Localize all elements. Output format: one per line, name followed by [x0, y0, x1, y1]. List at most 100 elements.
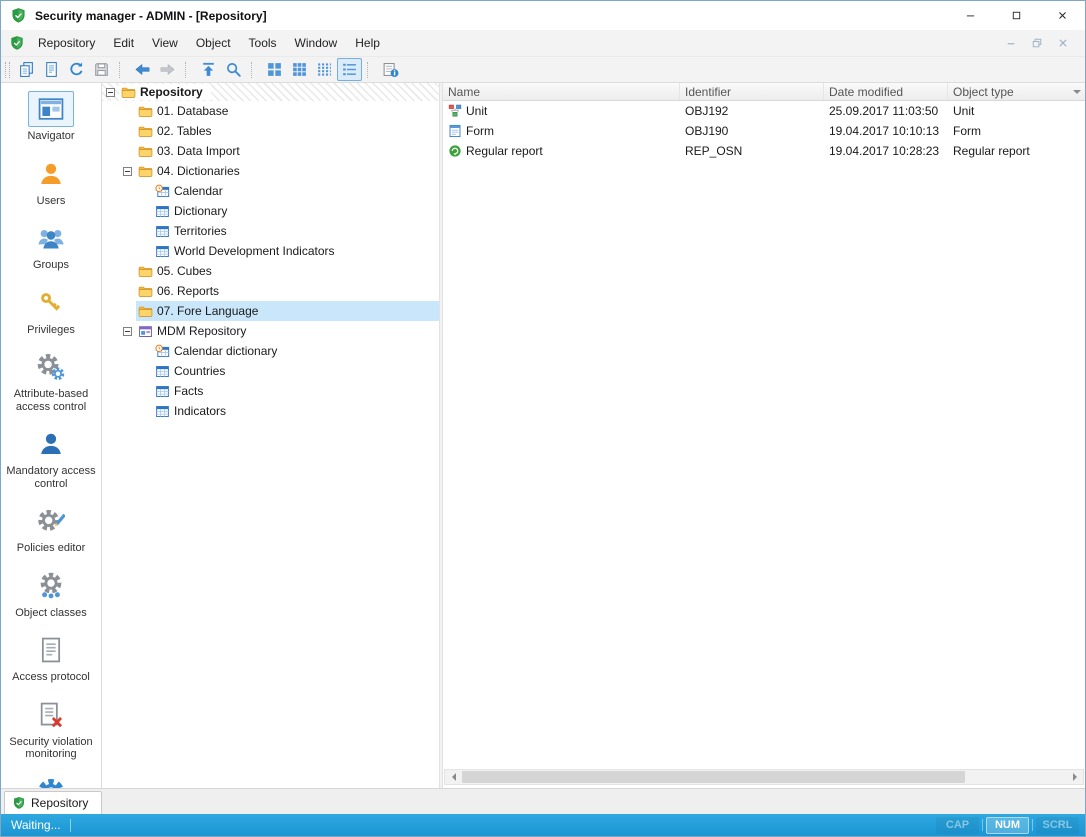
tree-item-05-cubes[interactable]: 05. Cubes [102, 261, 439, 281]
column-header-identifier[interactable]: Identifier [680, 83, 824, 100]
view-details-button[interactable] [337, 58, 362, 81]
tree-item-calendar-dictionary[interactable]: Calendar dictionary [102, 341, 439, 361]
sidebar-item-groups[interactable]: Groups [3, 220, 99, 272]
copy-button[interactable] [14, 58, 39, 81]
tree-item-label: 01. Database [157, 104, 228, 118]
sidebar-item-privileges[interactable]: Privileges [3, 285, 99, 337]
menu-item-edit[interactable]: Edit [104, 30, 143, 56]
object-name: Unit [466, 104, 487, 118]
up-one-level-button[interactable] [196, 58, 221, 81]
tree-item-label: Repository [140, 85, 203, 99]
window-title: Security manager - ADMIN - [Repository] [35, 9, 267, 23]
menu-item-repository[interactable]: Repository [29, 30, 104, 56]
details-icon [341, 61, 358, 78]
mdi-restore-button[interactable] [1031, 37, 1043, 49]
mdi-minimize-button[interactable] [1005, 37, 1017, 49]
tree-item-label: 05. Cubes [157, 264, 212, 278]
calendar-table-icon [155, 184, 170, 199]
tree-item-content: Territories [153, 221, 439, 241]
tree-item-territories[interactable]: Territories [102, 221, 439, 241]
maximize-button[interactable] [993, 1, 1039, 30]
collapse-toggle[interactable] [106, 88, 119, 97]
tree-item-label: 02. Tables [157, 124, 212, 138]
search-button[interactable] [221, 58, 246, 81]
minimize-button[interactable] [947, 1, 993, 30]
tree-item-facts[interactable]: Facts [102, 381, 439, 401]
tree-item-countries[interactable]: Countries [102, 361, 439, 381]
menu-item-object[interactable]: Object [187, 30, 240, 56]
tree-item-repository[interactable]: Repository [102, 83, 439, 101]
scroll-left-button[interactable] [445, 770, 461, 784]
minus-box-icon [123, 327, 132, 336]
column-header-date-modified[interactable]: Date modified [824, 83, 948, 100]
sidebar-item-access-protocol[interactable]: Access protocol [3, 632, 99, 684]
sidebar-item-navigator[interactable]: Navigator [3, 91, 99, 143]
menu-item-view[interactable]: View [143, 30, 187, 56]
back-button[interactable] [130, 58, 155, 81]
menu-item-help[interactable]: Help [346, 30, 389, 56]
horizontal-scrollbar[interactable] [444, 769, 1084, 785]
object-properties-button[interactable] [378, 58, 403, 81]
sidebar-item-mandatory-access-control[interactable]: Mandatory access control [3, 426, 99, 490]
sidebar-item-object-classes[interactable]: Object classes [3, 568, 99, 620]
tree-item-indicators[interactable]: Indicators [102, 401, 439, 421]
tree-item-06-reports[interactable]: 06. Reports [102, 281, 439, 301]
refresh-button[interactable] [64, 58, 89, 81]
sidebar-item-users[interactable]: Users [3, 156, 99, 208]
tree-item-world-development-indicators[interactable]: World Development Indicators [102, 241, 439, 261]
column-header-object-type[interactable]: Object type [948, 83, 1085, 100]
tree-item-07-fore-language[interactable]: 07. Fore Language [102, 301, 439, 321]
list-row-form[interactable]: FormOBJ19019.04.2017 10:10:13Form [443, 121, 1085, 141]
tree-item-dictionary[interactable]: Dictionary [102, 201, 439, 221]
tree-item-02-tables[interactable]: 02. Tables [102, 121, 439, 141]
tab-repository[interactable]: Repository [4, 791, 102, 814]
scroll-right-button[interactable] [1067, 770, 1083, 784]
scroll-track[interactable] [461, 770, 1067, 784]
list-row-regular-report[interactable]: Regular reportREP_OSN19.04.2017 10:28:23… [443, 141, 1085, 161]
sidebar-item-service[interactable]: Service [3, 774, 99, 789]
sidebar-item-label: Attribute-based access control [4, 388, 98, 413]
sidebar-item-security-violation-monitoring[interactable]: Security violation monitoring [3, 697, 99, 761]
tree-item-label: 03. Data Import [157, 144, 240, 158]
sidebar-item-iconbox [28, 503, 74, 539]
save-button[interactable] [89, 58, 114, 81]
view-medium-icons-button[interactable] [287, 58, 312, 81]
cell-name: Form [443, 124, 680, 138]
copy-icon [18, 61, 35, 78]
view-large-icons-button[interactable] [262, 58, 287, 81]
toolbar-separator [185, 62, 192, 78]
new-document-button[interactable] [39, 58, 64, 81]
tree-item-content: Indicators [153, 401, 439, 421]
collapse-toggle[interactable] [123, 167, 136, 176]
tree-item-calendar[interactable]: Calendar [102, 181, 439, 201]
close-button[interactable] [1039, 1, 1085, 30]
minimize-icon [964, 9, 977, 22]
tree-item-04-dictionaries[interactable]: 04. Dictionaries [102, 161, 439, 181]
user-icon [37, 160, 65, 188]
column-chooser-arrow-icon[interactable] [1073, 90, 1081, 98]
sidebar-item-label: Object classes [4, 607, 98, 620]
list-row-unit[interactable]: UnitOBJ19225.09.2017 11:03:50Unit [443, 101, 1085, 121]
sidebar-item-attribute-based-access-control[interactable]: Attribute-based access control [3, 349, 99, 413]
tree-item-mdm-repository[interactable]: MDM Repository [102, 321, 439, 341]
forward-button[interactable] [155, 58, 180, 81]
folder-icon [138, 104, 153, 119]
view-small-icons-button[interactable] [312, 58, 337, 81]
menu-item-tools[interactable]: Tools [240, 30, 286, 56]
tree-item-content: 07. Fore Language [136, 301, 439, 321]
toolbar-separator [119, 62, 126, 78]
mdi-close-button[interactable] [1057, 37, 1069, 49]
tree-item-03-data-import[interactable]: 03. Data Import [102, 141, 439, 161]
column-header-name[interactable]: Name [443, 83, 680, 100]
table-icon [155, 224, 170, 239]
tree-item-content: Dictionary [153, 201, 439, 221]
scroll-thumb[interactable] [462, 771, 965, 783]
menu-item-window[interactable]: Window [286, 30, 347, 56]
tree-item-01-database[interactable]: 01. Database [102, 101, 439, 121]
minus-box-icon [123, 167, 132, 176]
sidebar-item-policies-editor[interactable]: Policies editor [3, 503, 99, 555]
object-list-panel: NameIdentifierDate modifiedObject type U… [443, 83, 1085, 788]
collapse-toggle[interactable] [123, 327, 136, 336]
list-header: NameIdentifierDate modifiedObject type [443, 83, 1085, 101]
gear-pencil-icon [37, 507, 65, 535]
